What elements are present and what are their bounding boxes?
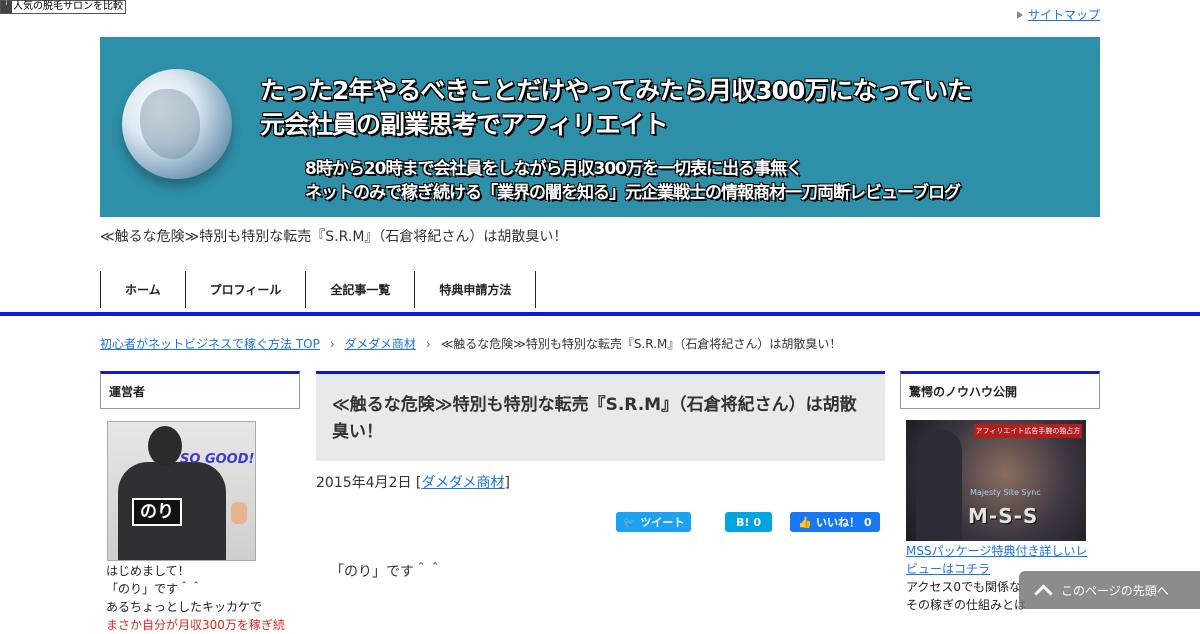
promo-subtitle: Majesty Site Sync: [970, 488, 1041, 497]
nav-item-bonus-application[interactable]: 特典申請方法: [414, 271, 537, 308]
sitemap-link-group: サイトマップ: [1016, 6, 1100, 23]
thumbs-up-icon: [231, 502, 247, 524]
sidebar-heading-operator: 運営者: [100, 371, 300, 409]
triangle-right-icon: [1016, 10, 1023, 19]
promo-figure: [916, 430, 962, 540]
sidebar-heading-knowhow: 驚愕のノウハウ公開: [900, 371, 1100, 409]
article-meta: 2015年4月2日 [ダメダメ商材]: [316, 472, 510, 492]
thumbs-up-icon: 👍: [798, 515, 813, 529]
header-banner[interactable]: たった2年やるべきことだけやってみたら月収300万になっていた 元会社員の副業思…: [100, 37, 1100, 217]
tweet-button[interactable]: 🐦 ツイート: [616, 512, 691, 532]
chevron-up-icon: [1033, 584, 1053, 596]
profile-highlight-line: まさか自分が月収300万を稼ぎ続: [106, 618, 285, 632]
hatena-count: 0: [753, 515, 762, 529]
ad-info-icon: i: [1, 1, 12, 13]
breadcrumb-category-link[interactable]: ダメダメ商材: [345, 335, 416, 352]
like-count: 0: [864, 515, 872, 529]
promo-text: アクセス0でも関係な その稼ぎの仕組みとは: [906, 578, 1026, 614]
site-description: ≪触るな危険≫特別も特別な転売『S.R.M』（石倉将紀さん）は胡散臭い！: [100, 229, 568, 245]
banner-title: 元会社員の副業思考でアフィリエイト: [260, 110, 669, 139]
promo-text-line: その稼ぎの仕組みとは: [906, 598, 1027, 612]
profile-line: あるちょっとしたキッカケで: [106, 600, 263, 614]
globe-icon: [122, 69, 232, 179]
profile-photo: SO GOOD! のり: [107, 421, 256, 561]
promo-logo-text: M-S-S: [968, 504, 1039, 528]
profile-photo-tag: SO GOOD!: [180, 452, 255, 467]
article-category-bracket-close: ]: [504, 475, 511, 491]
breadcrumb-separator-icon: ›: [329, 336, 335, 351]
profile-line: 「のり」です＾＾: [106, 582, 203, 596]
profile-line: はじめまして！: [106, 564, 190, 578]
promo-ribbon: アフィリエイト広告手腕の独占方: [974, 424, 1082, 438]
promo-text-line: アクセス0でも関係な: [906, 580, 1022, 594]
nav-item-home[interactable]: ホーム: [100, 271, 185, 308]
hatena-bookmark-button[interactable]: B! 0: [725, 512, 772, 532]
breadcrumb-current: ≪触るな危険≫特別も特別な転売『S.R.M』（石倉将紀さん）は胡散臭い！: [440, 337, 842, 351]
mss-promo-image[interactable]: アフィリエイト広告手腕の独占方 Majesty Site Sync M-S-S: [906, 420, 1086, 541]
like-label: いいね！: [816, 516, 861, 529]
banner-headline: たった2年やるべきことだけやってみたら月収300万になっていた: [260, 76, 972, 105]
article-date: 2015年4月2日: [316, 475, 412, 491]
nav-divider: [0, 312, 1200, 316]
tweet-label: ツイート: [640, 516, 685, 529]
back-to-top-label: このページの先頭へ: [1061, 583, 1169, 598]
breadcrumb-separator-icon: ›: [425, 336, 431, 351]
ad-badge[interactable]: i 人気の脱毛サロンを比較: [0, 0, 126, 14]
ad-badge-label: 人気の脱毛サロンを比較: [13, 1, 123, 12]
profile-name-plate: のり: [132, 498, 182, 526]
breadcrumb: 初心者がネットビジネスで稼ぐ方法 TOP › ダメダメ商材 › ≪触るな危険≫特…: [100, 335, 841, 352]
back-to-top-button[interactable]: このページの先頭へ: [1019, 571, 1200, 609]
article-title: ≪触るな危険≫特別も特別な転売『S.R.M』（石倉将紀さん）は胡散臭い！: [316, 371, 885, 461]
nav-item-profile[interactable]: プロフィール: [184, 271, 306, 308]
facebook-like-button[interactable]: 👍 いいね！ 0: [790, 512, 880, 532]
nav-item-all-posts[interactable]: 全記事一覧: [305, 271, 414, 308]
banner-tagline-1: 8時から20時まで会社員をしながら月収300万を一切表に出る事無く: [305, 159, 803, 179]
article-category-link[interactable]: ダメダメ商材: [421, 475, 504, 491]
twitter-bird-icon: 🐦: [622, 515, 637, 529]
profile-photo-head: [148, 426, 182, 466]
global-nav: ホーム プロフィール 全記事一覧 特典申請方法: [100, 271, 537, 308]
article-body-first-line: 「のり」です＾＾: [330, 564, 442, 580]
profile-intro: はじめまして！ 「のり」です＾＾ あるちょっとしたキッカケで まさか自分が月収3…: [106, 562, 285, 634]
banner-tagline-2: ネットのみで稼ぎ続ける「業界の闇を知る」元企業戦士の情報商材一刀両断レビューブロ…: [305, 183, 961, 203]
breadcrumb-home-link[interactable]: 初心者がネットビジネスで稼ぐ方法 TOP: [100, 335, 320, 352]
hatena-label: B!: [735, 515, 750, 529]
sitemap-link[interactable]: サイトマップ: [1028, 6, 1100, 23]
